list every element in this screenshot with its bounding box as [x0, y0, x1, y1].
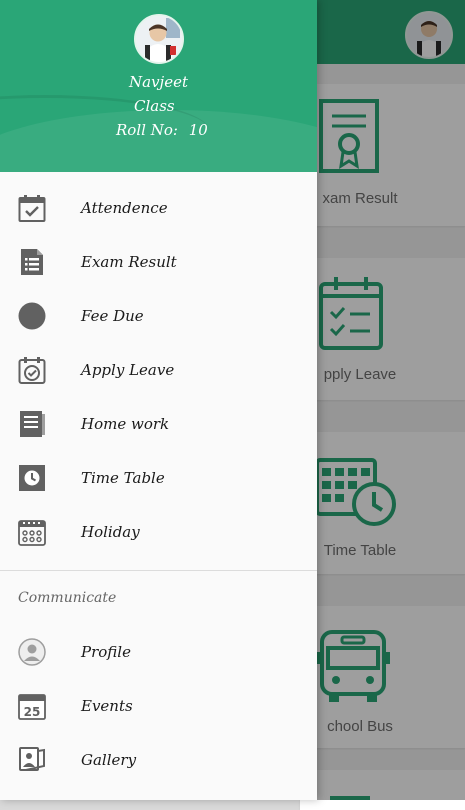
section-header-communicate: Communicate [18, 590, 117, 606]
menu-item-label: Profile [81, 643, 131, 661]
menu-item-profile[interactable]: Profile [0, 626, 317, 680]
menu-item-gallery[interactable]: Gallery [0, 734, 317, 788]
menu-item-label: Time Table [81, 469, 165, 487]
profile-icon [18, 638, 46, 666]
list-icon [21, 249, 43, 275]
book-icon [20, 411, 45, 437]
profile-avatar[interactable] [134, 14, 184, 64]
calendar-leave-icon [18, 357, 46, 384]
navigation-drawer: Navjeet Class Roll No: 10 Attendence Exa… [0, 0, 317, 800]
drawer-header: Navjeet Class Roll No: 10 [0, 0, 317, 172]
calendar-grid-icon [18, 520, 46, 546]
menu-item-fee-due[interactable]: Fee Due [0, 290, 317, 344]
menu-item-holiday[interactable]: Holiday [0, 506, 317, 560]
drawer-divider [0, 570, 317, 571]
menu-item-label: Holiday [81, 523, 140, 541]
menu-item-label: Gallery [81, 751, 137, 769]
menu-item-label: Attendence [81, 199, 168, 217]
roll-number: Roll No: 10 [116, 121, 208, 139]
menu-item-home-work[interactable]: Home work [0, 398, 317, 452]
menu-item-exam-result[interactable]: Exam Result [0, 236, 317, 290]
menu-item-attendence[interactable]: Attendence [0, 182, 317, 236]
menu-item-label: Fee Due [81, 307, 144, 325]
svg-text:25: 25 [24, 705, 41, 719]
menu-item-apply-leave[interactable]: Apply Leave [0, 344, 317, 398]
student-name: Navjeet [129, 73, 188, 91]
menu-item-time-table[interactable]: Time Table [0, 452, 317, 506]
calendar-25-icon: 25 [18, 694, 46, 720]
menu-item-label: Home work [81, 415, 170, 433]
menu-item-events[interactable]: 25 Events [0, 680, 317, 734]
gallery-icon [19, 747, 45, 771]
clock-icon [19, 465, 45, 491]
class-label: Class [134, 97, 175, 115]
calendar-check-icon [18, 195, 46, 222]
menu-item-label: Events [81, 697, 133, 715]
roll-label: Roll No: [116, 121, 178, 139]
menu-item-label: Apply Leave [81, 361, 175, 379]
circle-icon [18, 302, 46, 330]
roll-value: 10 [188, 121, 208, 139]
menu-item-label: Exam Result [81, 253, 177, 271]
